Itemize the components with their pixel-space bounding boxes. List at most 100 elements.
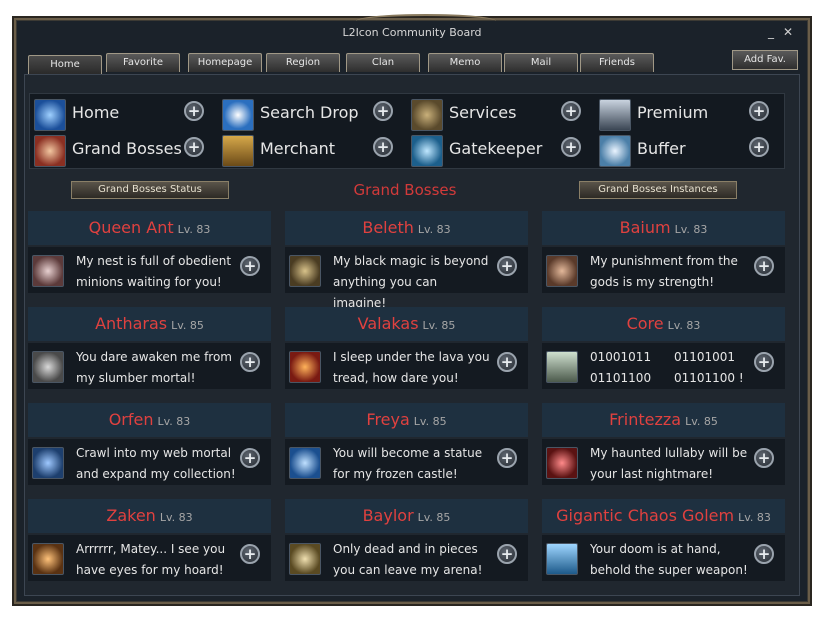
boss-name: Zaken [106, 506, 156, 525]
add-boss-button[interactable]: + [754, 352, 774, 372]
boss-header: Antharas Lv. 85 [28, 307, 271, 341]
boss-quote: You will become a statue for my frozen c… [333, 446, 483, 481]
boss-card-gigantic-chaos-golem: Gigantic Chaos Golem Lv. 83 Your doom is … [542, 499, 785, 583]
antharas-icon [32, 351, 64, 383]
boss-header: Zaken Lv. 83 [28, 499, 271, 533]
valakas-icon [289, 351, 321, 383]
boss-header: Frintezza Lv. 85 [542, 403, 785, 437]
home-icon [34, 99, 66, 131]
shortcut-panel: Home + Search Drop + Services + Premium … [29, 93, 785, 169]
boss-level: Lv. 85 [685, 415, 718, 428]
services-icon [411, 99, 443, 131]
baium-icon [546, 255, 578, 287]
add-boss-button[interactable]: + [497, 448, 517, 468]
boss-name: Core [626, 314, 664, 333]
boss-level: Lv. 83 [417, 223, 451, 236]
baylor-icon [289, 543, 321, 575]
tab-homepage[interactable]: Homepage [188, 53, 262, 72]
zaken-icon [32, 543, 64, 575]
close-icon[interactable]: ✕ [783, 25, 793, 39]
add-boss-button[interactable]: + [240, 544, 260, 564]
add-shortcut-premium-button[interactable]: + [749, 101, 769, 121]
tab-favorite[interactable]: Favorite [106, 53, 180, 72]
add-boss-button[interactable]: + [497, 544, 517, 564]
beleth-icon [289, 255, 321, 287]
add-boss-button[interactable]: + [497, 256, 517, 276]
grand-bosses-icon [34, 135, 66, 167]
tab-friends[interactable]: Friends [580, 53, 654, 72]
boss-body: Arrrrrr, Matey... I see you have eyes fo… [28, 535, 271, 581]
boss-quote: My haunted lullaby will be your last nig… [590, 446, 748, 481]
boss-body: You will become a statue for my frozen c… [285, 439, 528, 485]
boss-level: Lv. 83 [667, 319, 701, 332]
grand-bosses-status-button[interactable]: Grand Bosses Status [71, 181, 229, 199]
add-shortcut-gatekeeper-button[interactable]: + [561, 137, 581, 157]
boss-body: My haunted lullaby will be your last nig… [542, 439, 785, 485]
add-shortcut-home-button[interactable]: + [184, 101, 204, 121]
add-boss-button[interactable]: + [754, 544, 774, 564]
boss-card-zaken: Zaken Lv. 83 Arrrrrr, Matey... I see you … [28, 499, 271, 583]
add-shortcut-services-button[interactable]: + [561, 101, 581, 121]
chaos-golem-icon [546, 543, 578, 575]
boss-header: Core Lv. 83 [542, 307, 785, 341]
boss-level: Lv. 85 [417, 511, 451, 524]
add-favorite-button[interactable]: Add Fav. [732, 50, 798, 70]
boss-name: Queen Ant [88, 218, 174, 237]
boss-body: My nest is full of obedient minions wait… [28, 247, 271, 293]
tab-clan[interactable]: Clan [346, 53, 420, 72]
boss-body: 01001011 01101001 01101100 01101100 ! + [542, 343, 785, 389]
boss-card-antharas: Antharas Lv. 85 You dare awaken me from m… [28, 307, 271, 391]
boss-card-valakas: Valakas Lv. 85 I sleep under the lava you… [285, 307, 528, 391]
add-shortcut-search-drop-button[interactable]: + [373, 101, 393, 121]
boss-level: Lv. 83 [738, 511, 771, 524]
add-boss-button[interactable]: + [240, 352, 260, 372]
add-shortcut-merchant-button[interactable]: + [373, 137, 393, 157]
boss-body: Only dead and in pieces you can leave my… [285, 535, 528, 581]
boss-quote: I sleep under the lava you tread, how da… [333, 350, 490, 385]
boss-card-orfen: Orfen Lv. 83 Crawl into my web mortal and… [28, 403, 271, 487]
boss-header: Beleth Lv. 83 [285, 211, 528, 245]
tab-region[interactable]: Region [266, 53, 340, 72]
section-title: Grand Bosses [353, 181, 457, 199]
add-boss-button[interactable]: + [240, 448, 260, 468]
shortcut-label: Premium [637, 103, 709, 122]
add-boss-button[interactable]: + [754, 448, 774, 468]
boss-card-baium: Baium Lv. 83 My punishment from the gods … [542, 211, 785, 295]
freya-icon [289, 447, 321, 479]
boss-card-frintezza: Frintezza Lv. 85 My haunted lullaby will … [542, 403, 785, 487]
add-boss-button[interactable]: + [240, 256, 260, 276]
minimize-icon[interactable]: _ [768, 25, 774, 39]
board-content: Home + Search Drop + Services + Premium … [24, 74, 800, 596]
boss-card-beleth: Beleth Lv. 83 My black magic is beyond an… [285, 211, 528, 310]
title-bar[interactable]: L2Icon Community Board _ ✕ [16, 20, 808, 46]
boss-body: I sleep under the lava you tread, how da… [285, 343, 528, 389]
tab-mail[interactable]: Mail [504, 53, 578, 72]
premium-icon [599, 99, 631, 131]
add-shortcut-buffer-button[interactable]: + [749, 137, 769, 157]
queen-ant-icon [32, 255, 64, 287]
add-boss-button[interactable]: + [754, 256, 774, 276]
tab-home[interactable]: Home [28, 55, 102, 74]
shortcut-label: Buffer [637, 139, 686, 158]
merchant-icon [222, 135, 254, 167]
boss-card-queen-ant: Queen Ant Lv. 83 My nest is full of obedi… [28, 211, 271, 295]
grand-bosses-instances-button[interactable]: Grand Bosses Instances [579, 181, 737, 199]
shortcut-label: Merchant [260, 139, 336, 158]
boss-header: Freya Lv. 85 [285, 403, 528, 437]
boss-quote: Arrrrrr, Matey... I see you have eyes fo… [76, 542, 226, 577]
tab-memo[interactable]: Memo [428, 53, 502, 72]
add-shortcut-grand-bosses-button[interactable]: + [184, 137, 204, 157]
add-boss-button[interactable]: + [497, 352, 517, 372]
search-drop-icon [222, 99, 254, 131]
boss-name: Antharas [95, 314, 168, 333]
boss-name: Orfen [108, 410, 154, 429]
boss-name: Valakas [357, 314, 419, 333]
shortcut-label: Home [72, 103, 120, 122]
core-icon [546, 351, 578, 383]
boss-header: Baylor Lv. 85 [285, 499, 528, 533]
boss-level: Lv. 83 [157, 415, 191, 428]
boss-body: My punishment from the gods is my streng… [542, 247, 785, 293]
boss-body: Crawl into my web mortal and expand my c… [28, 439, 271, 485]
boss-card-baylor: Baylor Lv. 85 Only dead and in pieces you… [285, 499, 528, 583]
boss-quote: Only dead and in pieces you can leave my… [333, 542, 483, 577]
